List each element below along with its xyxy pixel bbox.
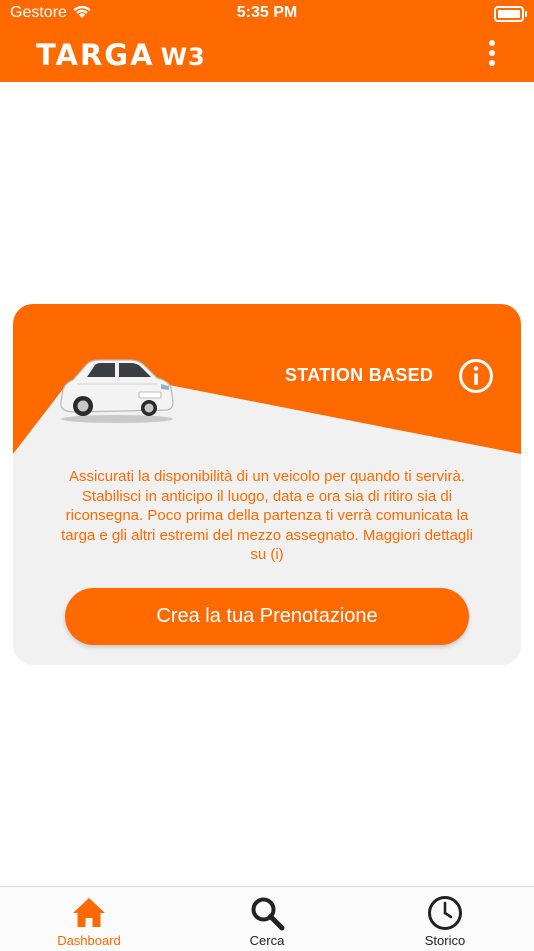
app-logo: TARGA W3 — [36, 38, 206, 72]
card-description: Assicurati la disponibilità di un veicol… — [61, 468, 473, 563]
tab-bar: Dashboard Cerca Storico — [0, 886, 534, 951]
tab-dashboard[interactable]: Dashboard — [0, 887, 178, 951]
card-title: STATION BASED — [285, 365, 434, 385]
create-booking-button[interactable]: Crea la tua Prenotazione — [65, 588, 469, 645]
clock-icon — [428, 896, 462, 930]
home-icon — [73, 898, 105, 927]
logo-text: TARGA — [36, 38, 155, 72]
service-card: STATION BASED Assicurati la disponibilit… — [13, 304, 521, 665]
battery-icon — [494, 6, 527, 22]
status-bar: Gestore 5:35 PM — [0, 0, 534, 28]
app-bar: TARGA W3 — [0, 28, 534, 82]
clock-time: 5:35 PM — [236, 4, 298, 21]
tab-search-label: Cerca — [249, 933, 285, 948]
tab-history[interactable]: Storico — [356, 887, 534, 951]
info-icon[interactable] — [458, 358, 494, 394]
overflow-menu-icon[interactable] — [482, 40, 502, 70]
tab-dashboard-label: Dashboard — [57, 933, 121, 948]
car-image — [60, 359, 174, 423]
search-icon — [251, 897, 285, 931]
logo-suffix: W3 — [160, 43, 206, 71]
tab-search[interactable]: Cerca — [178, 887, 356, 951]
tab-history-label: Storico — [424, 933, 466, 948]
